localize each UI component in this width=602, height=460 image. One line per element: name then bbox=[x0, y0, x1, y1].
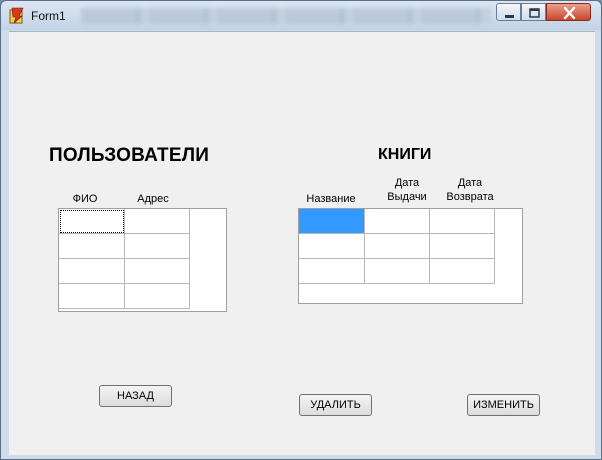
books-heading: КНИГИ bbox=[378, 146, 432, 163]
title-bar[interactable]: Form1 bbox=[1, 1, 601, 30]
blurred-background-strip bbox=[81, 8, 491, 24]
users-cell[interactable] bbox=[125, 259, 190, 284]
maximize-icon bbox=[529, 8, 540, 18]
books-col-return-date: Дата Возврата bbox=[446, 177, 494, 203]
users-col-address: Адрес bbox=[137, 193, 169, 205]
users-cell[interactable] bbox=[59, 234, 125, 259]
books-cell[interactable] bbox=[299, 259, 365, 284]
users-cell[interactable] bbox=[59, 284, 125, 309]
users-cell[interactable] bbox=[125, 234, 190, 259]
books-cell[interactable] bbox=[430, 259, 495, 284]
close-icon bbox=[563, 6, 576, 20]
close-button[interactable] bbox=[546, 3, 591, 21]
minimize-button[interactable] bbox=[496, 3, 521, 21]
books-cell[interactable] bbox=[365, 259, 430, 284]
minimize-icon bbox=[505, 15, 514, 18]
delphi-app-icon bbox=[9, 7, 24, 24]
users-cell[interactable] bbox=[59, 259, 125, 284]
books-cell[interactable] bbox=[365, 209, 430, 234]
edit-button[interactable]: ИЗМЕНИТЬ bbox=[467, 394, 540, 416]
books-cell-selected[interactable] bbox=[299, 209, 365, 234]
users-cell[interactable] bbox=[125, 284, 190, 309]
back-button[interactable]: НАЗАД bbox=[99, 385, 172, 407]
users-heading: ПОЛЬЗОВАТЕЛИ bbox=[49, 145, 210, 166]
window-title: Form1 bbox=[31, 9, 66, 23]
books-col-title: Название bbox=[306, 193, 356, 205]
books-col-issue-date: Дата Выдачи bbox=[387, 177, 427, 203]
users-cell[interactable] bbox=[59, 209, 125, 234]
books-cell[interactable] bbox=[299, 234, 365, 259]
maximize-button[interactable] bbox=[521, 3, 546, 21]
app-window: Form1 ПОЛЬЗОВАТЕЛИ ФИО Адрес КНИГИ Назва… bbox=[0, 0, 602, 460]
delete-button[interactable]: УДАЛИТЬ bbox=[299, 394, 372, 416]
books-grid[interactable] bbox=[298, 208, 523, 304]
books-cell[interactable] bbox=[430, 209, 495, 234]
users-cell[interactable] bbox=[125, 209, 190, 234]
books-cell[interactable] bbox=[365, 234, 430, 259]
books-cell[interactable] bbox=[430, 234, 495, 259]
users-col-fio: ФИО bbox=[72, 193, 98, 205]
users-grid[interactable] bbox=[58, 208, 227, 312]
